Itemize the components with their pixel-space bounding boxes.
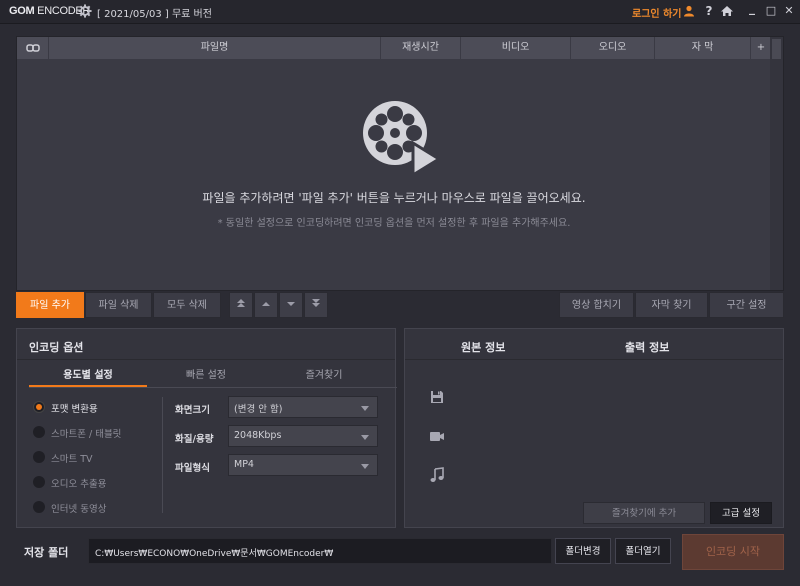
empty-hint: 파일을 추가하려면 '파일 추가' 버튼을 누르거나 마우스로 파일을 끌어오세…	[202, 191, 586, 205]
screen-size-select[interactable]: (변경 안 함)	[228, 396, 378, 418]
merge-video-button[interactable]: 영상 합치기	[559, 292, 634, 318]
advanced-settings-button[interactable]: 고급 설정	[710, 502, 772, 524]
section-setting-button[interactable]: 구간 설정	[709, 292, 784, 318]
move-top-icon	[237, 299, 245, 307]
file-toolbar: 파일 추가 파일 삭제 모두 삭제 영상 합치기 자막 찾기 구간 설정	[16, 292, 784, 318]
user-icon[interactable]	[683, 5, 695, 17]
move-up-button[interactable]	[254, 292, 278, 318]
video-camera-icon	[430, 432, 444, 441]
purpose-label-smart-tv[interactable]: 스마트 TV	[51, 451, 93, 465]
column-header-audio[interactable]: 오디오	[571, 37, 655, 59]
source-info-tab[interactable]: 원본 정보	[461, 339, 505, 355]
purpose-radio-smartphone[interactable]	[33, 426, 45, 438]
file-list-header: 파일명 재생시간 비디오 오디오 자 막 +	[17, 37, 771, 59]
encoding-options-title: 인코딩 옵션	[29, 341, 84, 354]
encoding-options-panel: 인코딩 옵션 용도별 설정 빠른 설정 즐겨찾기 포맷 변환용 스마트폰 / 태…	[16, 328, 397, 528]
minimize-button[interactable]: _	[745, 1, 759, 15]
quality-label: 화질/용량	[175, 434, 214, 445]
maximize-button[interactable]: □	[764, 4, 778, 18]
file-list[interactable]: 파일명 재생시간 비디오 오디오 자 막 + 파일을 추가하려면 '파일 추가'…	[16, 36, 784, 291]
open-folder-button[interactable]: 폴더열기	[615, 538, 671, 564]
chevron-down-icon	[361, 435, 369, 440]
screen-size-label: 화면크기	[175, 405, 210, 416]
delete-file-button[interactable]: 파일 삭제	[85, 292, 152, 318]
purpose-label-format[interactable]: 포맷 변환용	[51, 401, 98, 415]
file-format-label: 파일형식	[175, 463, 210, 474]
purpose-radio-smart-tv[interactable]	[33, 451, 45, 463]
purpose-radio-format[interactable]	[33, 401, 45, 413]
close-button[interactable]: ✕	[782, 4, 796, 18]
move-bottom-button[interactable]	[304, 292, 328, 318]
add-favorite-button[interactable]: 즐겨찾기에 추가	[583, 502, 705, 524]
tab-favorites[interactable]: 즐겨찾기	[265, 365, 383, 387]
add-file-button[interactable]: 파일 추가	[16, 292, 84, 318]
purpose-label-smartphone[interactable]: 스마트폰 / 태블릿	[51, 426, 121, 440]
version-label: [ 2021/05/03 ] 무료 버전	[97, 9, 212, 20]
move-down-button[interactable]	[279, 292, 303, 318]
column-header-filename[interactable]: 파일명	[49, 37, 381, 59]
file-format-select[interactable]: MP4	[228, 454, 378, 476]
output-info-tab[interactable]: 출력 정보	[625, 339, 669, 355]
column-header-duration[interactable]: 재생시간	[381, 37, 461, 59]
login-link[interactable]: 로그인 하기	[632, 5, 681, 20]
change-folder-button[interactable]: 폴더변경	[555, 538, 611, 564]
move-down-icon	[287, 302, 295, 306]
music-note-icon	[430, 467, 444, 482]
file-list-scrollbar[interactable]	[770, 37, 783, 290]
subtitle-find-button[interactable]: 자막 찾기	[635, 292, 708, 318]
purpose-label-internet[interactable]: 인터넷 동영상	[51, 501, 106, 515]
save-path-field[interactable]: C:₩Users₩ECONO₩OneDrive₩문서₩GOMEncoder₩	[88, 538, 552, 564]
chevron-down-icon	[361, 464, 369, 469]
delete-all-button[interactable]: 모두 삭제	[153, 292, 221, 318]
home-icon[interactable]	[720, 4, 734, 18]
purpose-radio-internet[interactable]	[33, 501, 45, 513]
move-bottom-icon	[312, 299, 320, 307]
gear-icon[interactable]	[78, 4, 92, 18]
move-top-button[interactable]	[229, 292, 253, 318]
purpose-radio-audio[interactable]	[33, 476, 45, 488]
quality-select[interactable]: 2048Kbps	[228, 425, 378, 447]
move-up-icon	[262, 302, 270, 306]
link-icon	[25, 44, 40, 52]
add-column-button[interactable]: +	[751, 37, 771, 59]
column-header-subtitle[interactable]: 자 막	[655, 37, 751, 59]
disk-icon	[431, 391, 443, 403]
column-header-video[interactable]: 비디오	[461, 37, 571, 59]
title-bar: GOM ENCODER [ 2021/05/03 ] 무료 버전 로그인 하기 …	[0, 0, 800, 24]
help-icon[interactable]: ?	[702, 4, 716, 18]
empty-subhint: * 동일한 설정으로 인코딩하려면 인코딩 옵션을 먼저 설정한 후 파일을 추…	[217, 218, 571, 229]
start-encoding-button[interactable]: 인코딩 시작	[682, 534, 784, 570]
info-panel: 원본 정보 출력 정보 즐겨찾기에 추가 고급 설정	[404, 328, 784, 528]
save-folder-label: 저장 폴더	[24, 546, 69, 559]
link-column-header[interactable]	[17, 37, 49, 59]
purpose-label-audio[interactable]: 오디오 추출용	[51, 476, 106, 490]
chevron-down-icon	[361, 406, 369, 411]
tab-purpose-settings[interactable]: 용도별 설정	[29, 365, 147, 387]
film-reel-icon	[363, 101, 441, 178]
tab-quick-settings[interactable]: 빠른 설정	[147, 365, 265, 387]
